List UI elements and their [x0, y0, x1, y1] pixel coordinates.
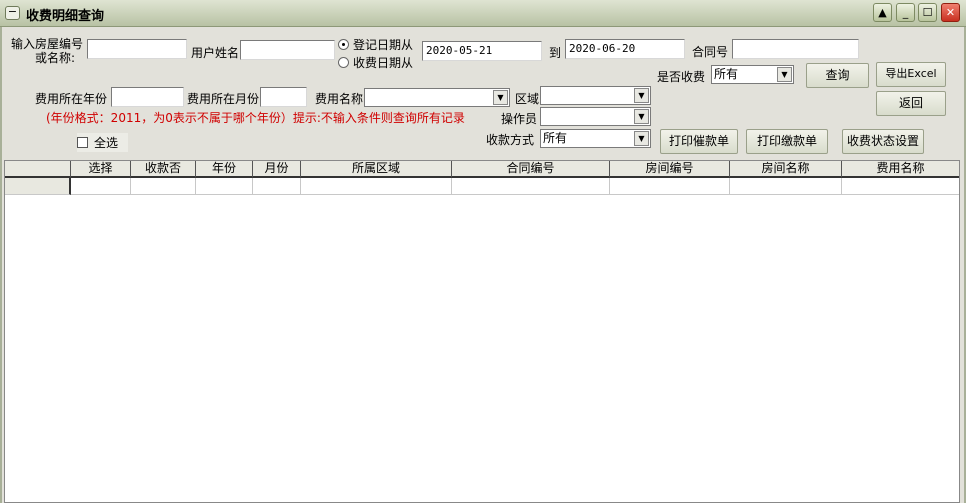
grid-cell[interactable]	[71, 178, 131, 195]
chevron-down-icon: ▼	[634, 109, 649, 124]
column-header[interactable]: 房间名称	[730, 161, 842, 178]
contract-input[interactable]	[732, 39, 859, 59]
back-button[interactable]: 返回	[876, 91, 946, 116]
radio-unchecked-icon	[338, 57, 349, 68]
export-excel-button[interactable]: 导出Excel	[876, 62, 946, 87]
radio-checked-icon	[338, 39, 349, 50]
grid-cell[interactable]	[301, 178, 452, 195]
month-label: 费用所在月份	[187, 92, 260, 106]
column-header[interactable]: 年份	[196, 161, 253, 178]
charged-label: 是否收费	[657, 70, 706, 84]
grid-cell[interactable]	[452, 178, 610, 195]
checkbox-icon	[77, 137, 88, 148]
grid-cell[interactable]	[610, 178, 730, 195]
print-reminder-button[interactable]: 打印催款单	[660, 129, 738, 154]
grid-cell[interactable]	[842, 178, 959, 195]
grid-cell[interactable]	[196, 178, 253, 195]
radio-register-date[interactable]: 登记日期从	[338, 36, 413, 53]
to-label: 到	[549, 46, 562, 60]
chevron-down-icon: ▼	[634, 88, 649, 103]
minimize-button[interactable]: _	[896, 3, 915, 22]
close-button[interactable]: ✕	[941, 3, 960, 22]
grid-cell[interactable]	[131, 178, 196, 195]
house-label-2: 或名称:	[35, 51, 76, 65]
hint-text: (年份格式：2011，为0表示不属于哪个年份）提示:不输入条件则查询所有记录	[46, 111, 465, 125]
payment-label: 收款方式	[486, 133, 535, 147]
charged-value: 所有	[714, 67, 739, 81]
rollup-button[interactable]: ▲	[873, 3, 892, 22]
window-title: 收费明细查询	[26, 9, 105, 24]
chevron-down-icon: ▼	[777, 67, 792, 82]
radio-charge-date[interactable]: 收费日期从	[338, 54, 413, 71]
operator-select[interactable]: ▼	[540, 107, 651, 126]
maximize-button[interactable]: ☐	[918, 3, 937, 22]
status-setting-button[interactable]: 收费状态设置	[842, 129, 924, 154]
fee-name-select[interactable]: ▼	[364, 88, 510, 107]
query-button[interactable]: 查询	[806, 63, 869, 88]
chevron-down-icon: ▼	[493, 90, 508, 105]
title-bar: − 收费明细查询 ▲ _ ☐ ✕	[0, 0, 966, 27]
select-all-checkbox[interactable]: 全选	[77, 133, 129, 152]
operator-label: 操作员	[501, 112, 538, 126]
charged-select[interactable]: 所有 ▼	[711, 65, 794, 84]
user-name-input[interactable]	[240, 40, 335, 60]
column-header[interactable]: 收款否	[131, 161, 196, 178]
select-all-label: 全选	[94, 136, 119, 150]
system-menu-icon[interactable]: −	[5, 6, 20, 20]
column-header[interactable]: 房间编号	[610, 161, 730, 178]
print-payment-button[interactable]: 打印缴款单	[746, 129, 828, 154]
year-input[interactable]	[111, 87, 184, 107]
fee-name-label: 费用名称	[315, 92, 364, 106]
row-header[interactable]	[5, 178, 71, 195]
payment-value: 所有	[543, 131, 568, 145]
column-header[interactable]: 所属区域	[301, 161, 452, 178]
column-header[interactable]: 选择	[71, 161, 131, 178]
data-grid[interactable]: 选择 收款否 年份 月份 所属区域 合同编号 房间编号 房间名称 费用名称	[4, 160, 960, 503]
payment-select[interactable]: 所有 ▼	[540, 129, 651, 148]
area-select[interactable]: ▼	[540, 86, 651, 105]
grid-cell[interactable]	[730, 178, 842, 195]
contract-label: 合同号	[692, 45, 729, 59]
year-label: 费用所在年份	[35, 92, 108, 106]
row-header-corner	[5, 161, 71, 178]
column-header[interactable]: 费用名称	[842, 161, 959, 178]
chevron-down-icon: ▼	[634, 131, 649, 146]
date-to-input[interactable]: 2020-06-20	[565, 39, 685, 59]
radio-charge-label: 收费日期从	[353, 56, 414, 70]
column-header[interactable]: 月份	[253, 161, 301, 178]
grid-cell[interactable]	[253, 178, 301, 195]
column-header[interactable]: 合同编号	[452, 161, 610, 178]
area-label: 区域	[515, 92, 540, 106]
house-input[interactable]	[87, 39, 187, 59]
month-input[interactable]	[260, 87, 307, 107]
date-from-input[interactable]: 2020-05-21	[422, 41, 542, 61]
user-name-label: 用户姓名	[191, 46, 240, 60]
radio-register-label: 登记日期从	[353, 38, 414, 52]
